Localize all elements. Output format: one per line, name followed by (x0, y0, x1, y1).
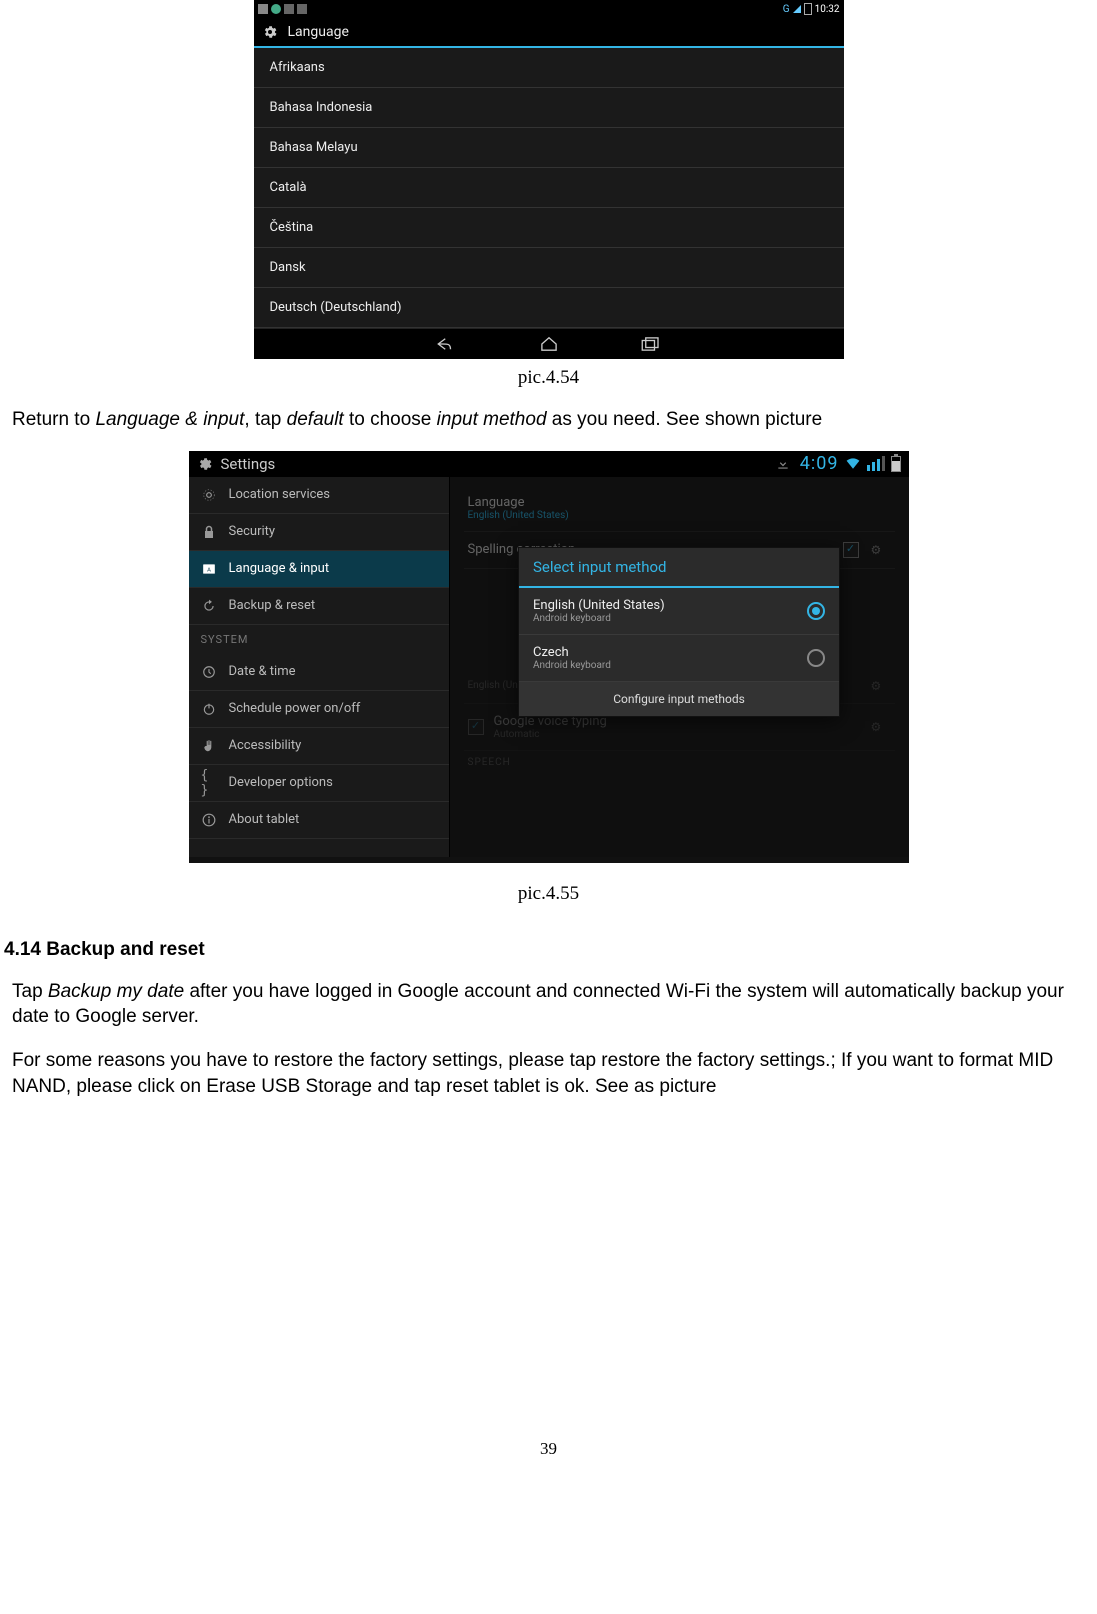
back-button[interactable] (436, 336, 458, 352)
sidebar-label: Schedule power on/off (229, 701, 361, 716)
paragraph: For some reasons you have to restore the… (12, 1048, 1097, 1099)
power-icon (201, 701, 217, 717)
hand-icon (201, 738, 217, 754)
sidebar-item-backup-reset[interactable]: Backup & reset (189, 588, 449, 625)
language-option[interactable]: Čeština (254, 208, 844, 248)
language-option[interactable]: Dansk (254, 248, 844, 288)
language-option[interactable]: Deutsch (Deutschland) (254, 288, 844, 328)
home-button[interactable] (538, 336, 560, 352)
radio-selected[interactable] (807, 602, 825, 620)
text-italic: input method (437, 409, 547, 430)
text: to choose (344, 409, 437, 430)
settings-sidebar: Location services Security A Language & … (189, 477, 450, 857)
recent-button[interactable] (640, 336, 662, 352)
wifi-icon (845, 457, 861, 471)
msg-icon (284, 4, 294, 14)
language-option[interactable]: Bahasa Melayu (254, 128, 844, 168)
network-type: G (783, 4, 790, 15)
sidebar-category: SYSTEM (189, 625, 449, 654)
dialog-title: Select input method (519, 548, 839, 588)
sidebar-item-accessibility[interactable]: Accessibility (189, 728, 449, 765)
option-sub: Android keyboard (533, 660, 807, 671)
battery-icon (891, 456, 901, 472)
text: Return to (12, 409, 95, 430)
dialog-option[interactable]: English (United States) Android keyboard (519, 588, 839, 635)
option-label: Czech (533, 645, 807, 660)
sidebar-item-location[interactable]: Location services (189, 477, 449, 514)
configure-input-methods-button[interactable]: Configure input methods (519, 682, 839, 716)
radio-unselected[interactable] (807, 649, 825, 667)
screen-title: Language (288, 24, 349, 40)
text-italic: default (287, 409, 344, 430)
text-italic: Backup my date (48, 981, 184, 1002)
clock-icon (201, 664, 217, 680)
sidebar-label: Location services (229, 487, 331, 502)
screenshot-input-method: Settings 4:09 Location services Security… (189, 451, 909, 863)
screenshot-language-list: G 10:32 Language Afrikaans Bahasa Indone… (254, 0, 844, 359)
page-number: 39 (0, 1439, 1097, 1459)
language-option[interactable]: Bahasa Indonesia (254, 88, 844, 128)
language-option[interactable]: Afrikaans (254, 48, 844, 88)
sidebar-label: Accessibility (229, 738, 302, 753)
sys-icon (297, 4, 307, 14)
language-option[interactable]: Català (254, 168, 844, 208)
sidebar-item-schedule-power[interactable]: Schedule power on/off (189, 691, 449, 728)
sidebar-label: Backup & reset (229, 598, 316, 613)
battery-icon (804, 3, 812, 15)
braces-icon: { } (201, 775, 217, 791)
nav-bar (254, 328, 844, 359)
sidebar-item-security[interactable]: Security (189, 514, 449, 551)
sidebar-label: Developer options (229, 775, 333, 790)
figure-caption: pic.4.55 (0, 883, 1097, 905)
sidebar-item-language-input[interactable]: A Language & input (189, 551, 449, 588)
text: as you need. See shown picture (547, 409, 823, 430)
lock-icon (201, 524, 217, 540)
text-italic: Language & input (95, 409, 244, 430)
input-method-dialog: Select input method English (United Stat… (518, 547, 840, 717)
dialog-option[interactable]: Czech Android keyboard (519, 635, 839, 682)
settings-icon[interactable] (262, 24, 278, 40)
sidebar-item-about[interactable]: About tablet (189, 802, 449, 839)
option-sub: Android keyboard (533, 613, 807, 624)
screen-header: Language (254, 18, 844, 48)
status-time: 10:32 (815, 4, 840, 15)
signal-icon (793, 5, 801, 13)
settings-content: Language English (United States) Spellin… (450, 477, 909, 857)
phone-icon (258, 4, 268, 14)
text: , tap (244, 409, 286, 430)
svg-text:A: A (207, 567, 211, 573)
sidebar-item-developer[interactable]: { } Developer options (189, 765, 449, 802)
instruction-text: Return to Language & input, tap default … (12, 407, 1097, 433)
app-title: Settings (221, 455, 276, 473)
option-label: English (United States) (533, 598, 807, 613)
location-icon (201, 487, 217, 503)
paragraph: Tap Backup my date after you have logged… (12, 979, 1097, 1030)
signal-icon (867, 456, 885, 471)
status-bar: G 10:32 (254, 0, 844, 18)
sidebar-label: Language & input (229, 561, 330, 576)
sidebar-label: About tablet (229, 812, 300, 827)
text: Tap (12, 981, 48, 1002)
status-clock: 4:09 (800, 453, 839, 474)
status-bar: Settings 4:09 (189, 451, 909, 477)
info-icon (201, 812, 217, 828)
sidebar-label: Date & time (229, 664, 296, 679)
language-icon: A (201, 561, 217, 577)
backup-icon (201, 598, 217, 614)
sidebar-label: Security (229, 524, 276, 539)
app-icon (271, 4, 281, 14)
figure-caption: pic.4.54 (0, 367, 1097, 389)
sidebar-item-date-time[interactable]: Date & time (189, 654, 449, 691)
section-heading: 4.14 Backup and reset (4, 939, 1097, 961)
language-list: Afrikaans Bahasa Indonesia Bahasa Melayu… (254, 48, 844, 328)
settings-icon (197, 456, 213, 472)
download-icon (776, 457, 790, 471)
